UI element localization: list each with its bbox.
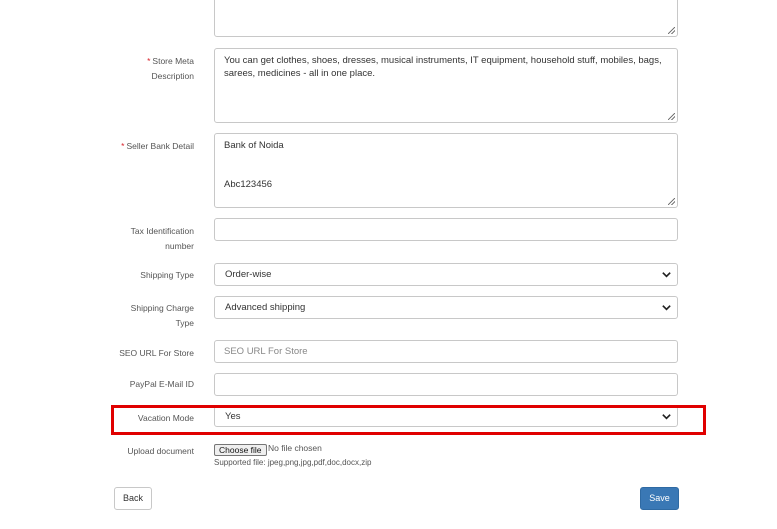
choose-file-button[interactable]: Choose file	[214, 444, 267, 456]
shipping-type-label: Shipping Type	[140, 270, 194, 280]
store-meta-description-label: * Store Meta Description	[147, 56, 194, 81]
shipping-charge-type-value: Advanced shipping	[225, 302, 306, 313]
seo-url-input[interactable]	[214, 340, 678, 363]
chevron-down-icon	[662, 414, 671, 420]
paypal-email-input[interactable]	[214, 373, 678, 396]
vacation-mode-value: Yes	[225, 411, 241, 422]
seo-url-label: SEO URL For Store	[119, 348, 194, 358]
shipping-charge-type-select[interactable]: Advanced shipping	[214, 296, 678, 319]
store-meta-description-field[interactable]	[214, 48, 678, 123]
save-button[interactable]: Save	[640, 487, 679, 510]
shipping-charge-type-label: Shipping Charge Type	[130, 303, 194, 328]
seller-store-form: *Store Meta Description *Seller Bank Det…	[0, 0, 777, 529]
required-marker: *	[147, 56, 151, 66]
previous-textarea[interactable]	[214, 0, 678, 37]
chevron-down-icon	[662, 305, 671, 311]
file-status-text: No file chosen	[268, 443, 322, 453]
chevron-down-icon	[662, 272, 671, 278]
shipping-type-select[interactable]: Order-wise	[214, 263, 678, 286]
supported-files-hint: Supported file: jpeg,png,jpg,pdf,doc,doc…	[214, 458, 372, 467]
back-button[interactable]: Back	[114, 487, 152, 510]
vacation-mode-label: Vacation Mode	[137, 413, 194, 423]
seller-bank-detail-field[interactable]	[214, 133, 678, 208]
shipping-type-value: Order-wise	[225, 269, 272, 280]
upload-document-label: Upload document	[127, 446, 194, 456]
paypal-email-label: PayPal E-Mail ID	[129, 379, 194, 389]
required-marker: *	[121, 141, 125, 151]
tax-identification-input[interactable]	[214, 218, 678, 241]
seller-bank-detail-label: * Seller Bank Detail	[121, 141, 194, 151]
tax-identification-label: Tax Identification number	[130, 226, 194, 251]
vacation-mode-select[interactable]: Yes	[214, 406, 678, 427]
